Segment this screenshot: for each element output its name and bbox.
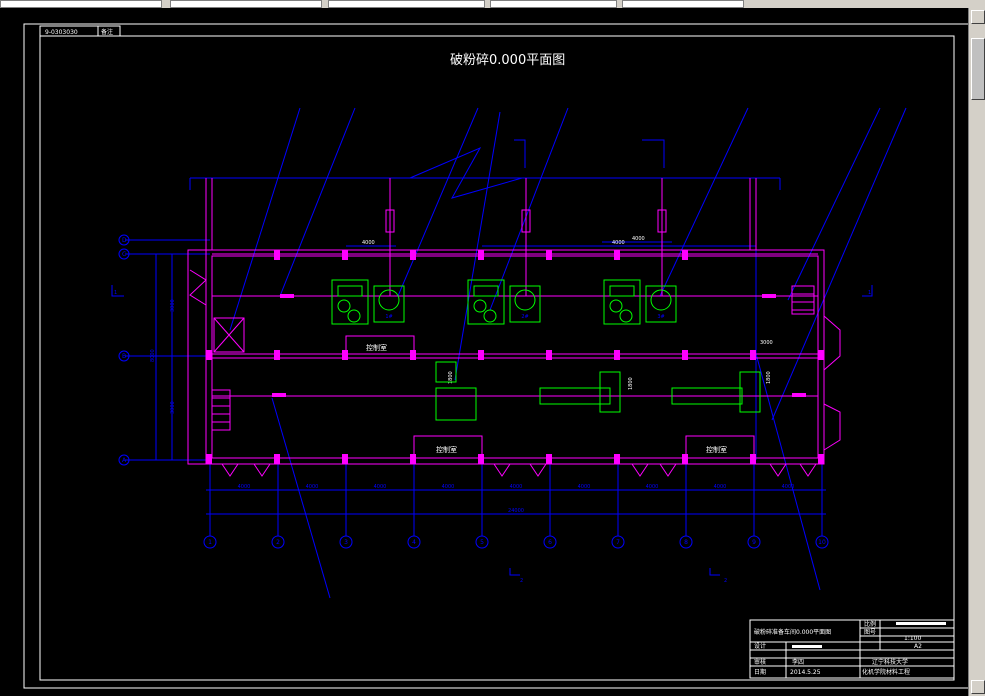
scroll-down-icon[interactable] <box>971 680 985 694</box>
title-block-date: 2014.5.25 <box>790 669 821 676</box>
building-walls <box>187 178 841 477</box>
dimension-text: 4000 <box>442 484 455 490</box>
dimension-text: 4000 <box>632 236 645 242</box>
title-block-sheet-label: 图号 <box>864 629 876 636</box>
title-block-dept: 化机学院材料工程 <box>862 668 910 676</box>
dimension-text: 1800 <box>628 377 634 390</box>
axis-label: B <box>122 353 126 360</box>
title-block-sheet: A2 <box>914 643 922 650</box>
axis-label: D <box>122 237 127 244</box>
vertical-scrollbar[interactable] <box>968 8 985 696</box>
title-block-ratio: 1:100 <box>904 635 921 642</box>
column-marks <box>206 250 824 464</box>
section-mark: 2 <box>520 578 523 584</box>
dimension-text: 4000 <box>238 484 251 490</box>
axis-grid <box>111 107 907 599</box>
dimension-text: 4000 <box>374 484 387 490</box>
dimension-text: 1800 <box>766 371 772 384</box>
total-dimension: 24000 <box>508 508 524 514</box>
equipment-label: 1# <box>385 314 392 320</box>
dimension-text: 4000 <box>578 484 591 490</box>
dimension-text: 4000 <box>714 484 727 490</box>
title-block-design-label: 设计 <box>754 642 766 650</box>
dimension-text: 4000 <box>510 484 523 490</box>
title-block-fill <box>896 622 946 625</box>
title-block-fill <box>792 645 822 648</box>
control-room-label: 控制室 <box>366 343 387 352</box>
axis-label: 1 <box>208 539 212 546</box>
dimension-text: 4000 <box>306 484 319 490</box>
title-block-ratio-label: 比例 <box>864 620 876 628</box>
axis-label: 9 <box>752 539 756 546</box>
dimension-text: 3000 <box>760 340 773 346</box>
axis-label: 5 <box>480 539 484 546</box>
axis-label: 10 <box>818 539 826 546</box>
title-block-school: 辽宁科技大学 <box>872 658 908 666</box>
axis-label: 6 <box>548 539 552 546</box>
dimension-text: 4000 <box>782 484 795 490</box>
title-block-date-label: 日期 <box>754 668 766 676</box>
axis-label: 2 <box>276 539 280 546</box>
equipment-labels: 1# 2# 3# <box>385 314 664 320</box>
cad-drawing-canvas[interactable]: 9-0303030 备注 破粉碎0.000平面图 D C B A 1 2 3 4… <box>0 0 969 696</box>
bottom-dimensions: 4000 4000 4000 4000 4000 4000 4000 4000 … <box>238 484 795 514</box>
title-block-check-label: 审核 <box>754 658 766 666</box>
drawing-title: 破粉碎0.000平面图 <box>450 53 565 68</box>
left-axis-labels: D C B A <box>122 237 127 464</box>
section-mark: 2 <box>724 578 727 584</box>
scrollbar-thumb[interactable] <box>971 38 985 100</box>
top-tag-left: 9-0303030 <box>45 29 78 36</box>
dimension-text: 4000 <box>612 240 625 246</box>
bottom-axis-bubbles <box>203 535 829 549</box>
dimension-text: 8000 <box>150 349 156 362</box>
dimension-text: 4000 <box>362 240 375 246</box>
section-mark: 1 <box>114 290 117 296</box>
axis-label: 8 <box>684 539 688 546</box>
axis-label: 7 <box>616 539 620 546</box>
title-block-name: 破粉碎准备车间0.000平面图 <box>754 628 831 636</box>
dimension-text: 3000 <box>170 299 176 312</box>
control-room-label: 控制室 <box>706 445 727 454</box>
scroll-up-icon[interactable] <box>971 10 985 24</box>
bottom-axis-labels: 1 2 3 4 5 6 7 8 9 10 <box>208 539 826 546</box>
dimension-text: 4000 <box>646 484 659 490</box>
control-room-label: 控制室 <box>436 445 457 454</box>
axis-label: 4 <box>412 539 416 546</box>
dimension-text: 3000 <box>170 401 176 414</box>
equipment-label: 2# <box>521 314 528 320</box>
section-mark: 1 <box>868 290 871 296</box>
top-tag-right: 备注 <box>101 28 113 36</box>
title-block-checker: 李四 <box>792 658 804 666</box>
axis-label: C <box>122 251 126 258</box>
left-axis-bubbles <box>118 234 130 466</box>
equipment-label: 3# <box>657 314 664 320</box>
axis-label: 3 <box>344 539 348 546</box>
